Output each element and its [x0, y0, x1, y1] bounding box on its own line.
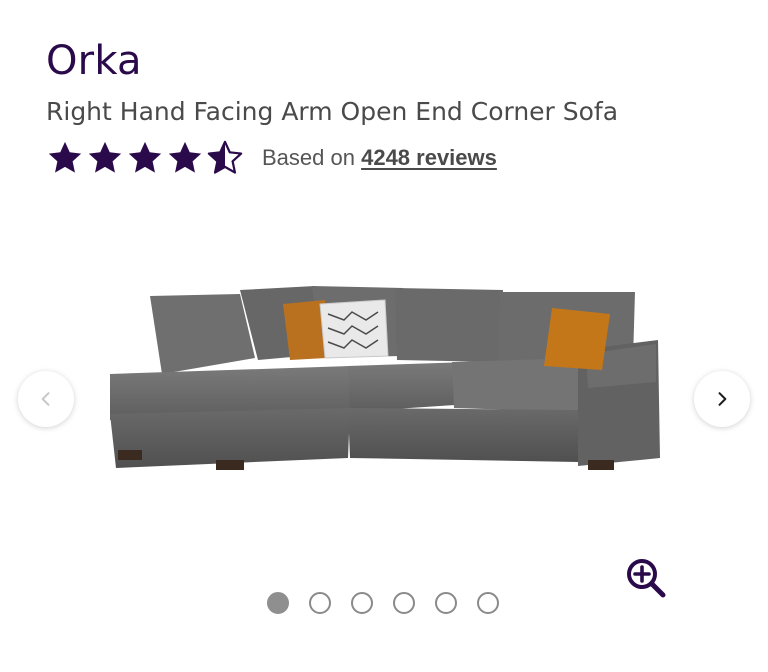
product-title: Orka [46, 38, 142, 84]
carousel-dot[interactable] [351, 592, 373, 614]
star-icon [48, 141, 82, 173]
product-image[interactable] [100, 262, 690, 560]
carousel-dot[interactable] [477, 592, 499, 614]
zoom-button[interactable] [624, 556, 668, 600]
carousel-pagination [267, 592, 499, 614]
based-on-label: Based on [262, 145, 355, 170]
half-star-icon [207, 140, 243, 174]
reviews-summary: Based on 4248 reviews [262, 145, 497, 171]
reviews-link[interactable]: 4248 reviews [361, 145, 497, 170]
carousel-dot[interactable] [267, 592, 289, 614]
zoom-in-icon [627, 559, 666, 598]
sofa-image [110, 286, 660, 470]
carousel-dot[interactable] [393, 592, 415, 614]
star-icon [88, 141, 122, 173]
rating-row: Based on 4248 reviews [46, 136, 497, 180]
next-image-button[interactable] [694, 371, 750, 427]
star-icon [168, 141, 202, 173]
chevron-left-icon [41, 392, 50, 406]
chevron-right-icon [718, 392, 727, 406]
carousel-dot[interactable] [309, 592, 331, 614]
star-icon [128, 141, 162, 173]
star-rating [46, 139, 244, 177]
product-subtitle: Right Hand Facing Arm Open End Corner So… [46, 97, 619, 126]
carousel-dot[interactable] [435, 592, 457, 614]
previous-image-button[interactable] [18, 371, 74, 427]
